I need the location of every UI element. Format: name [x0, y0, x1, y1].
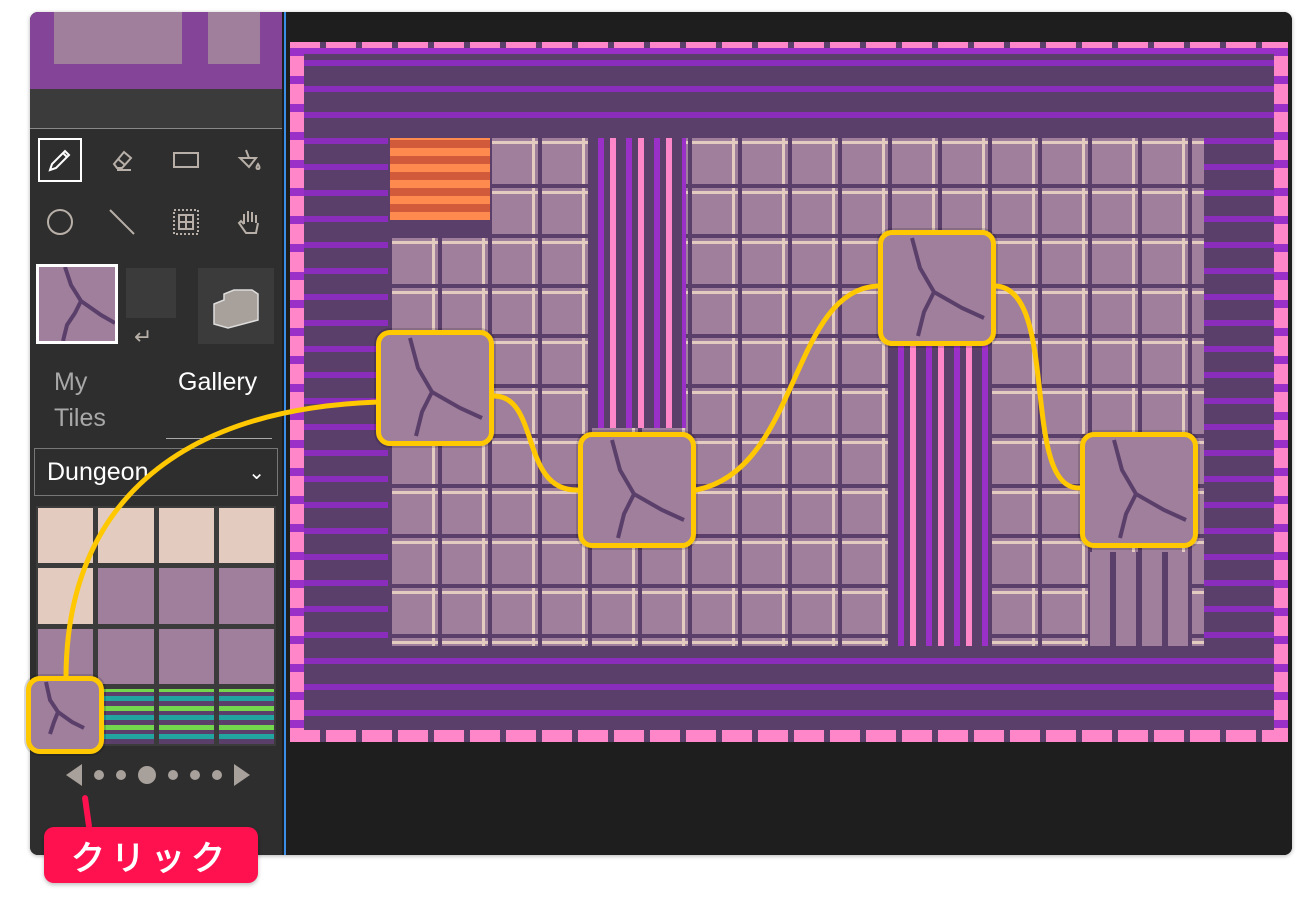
- preview-bar: [30, 89, 282, 129]
- page-dot[interactable]: [168, 770, 178, 780]
- palette-tile[interactable]: [218, 628, 274, 684]
- tab-my-tiles[interactable]: My Tiles: [54, 364, 124, 436]
- highlighted-tile: [878, 230, 996, 346]
- highlighted-tile: [376, 330, 494, 446]
- palette-tile[interactable]: [158, 688, 214, 744]
- current-tile[interactable]: [36, 264, 118, 344]
- eraser-tool[interactable]: [100, 138, 144, 182]
- palette-tile[interactable]: [98, 568, 154, 624]
- block-icon: [213, 289, 259, 329]
- paint-bucket-icon: [237, 149, 261, 171]
- palette-tile[interactable]: [98, 688, 154, 744]
- tileset-dropdown[interactable]: Dungeon ⌄: [34, 448, 278, 496]
- highlighted-tile: [1080, 432, 1198, 548]
- palette-tile[interactable]: [38, 568, 94, 624]
- highlighted-palette-tile: [26, 676, 104, 754]
- chevron-down-icon: ⌄: [248, 461, 265, 484]
- cracked-tile-icon: [61, 267, 115, 341]
- circle-tool[interactable]: [38, 200, 82, 244]
- page-dot[interactable]: [212, 770, 222, 780]
- palette-tile[interactable]: [158, 628, 214, 684]
- palette-tile[interactable]: [98, 628, 154, 684]
- 3d-view-button[interactable]: [198, 268, 274, 344]
- page-dot-current[interactable]: [138, 766, 156, 784]
- highlighted-tile: [578, 432, 696, 548]
- page-dot[interactable]: [94, 770, 104, 780]
- palette-tile[interactable]: [218, 568, 274, 624]
- pencil-tool[interactable]: [38, 138, 82, 182]
- active-tab-indicator: [166, 438, 272, 439]
- selection-grid-icon: [173, 209, 199, 235]
- fill-tool[interactable]: [228, 138, 272, 182]
- palette-tile[interactable]: [218, 688, 274, 744]
- palette-tile[interactable]: [98, 508, 154, 564]
- page-dot[interactable]: [116, 770, 126, 780]
- palette-tile[interactable]: [158, 508, 214, 564]
- pillar-wall: [588, 138, 686, 428]
- select-tool[interactable]: [164, 200, 208, 244]
- rectangle-icon: [173, 152, 199, 168]
- treasure-chest: [390, 138, 490, 238]
- palette-tile[interactable]: [218, 508, 274, 564]
- next-page-icon[interactable]: [234, 764, 250, 786]
- secondary-tile-slot[interactable]: [126, 268, 176, 318]
- floor: [388, 138, 1204, 646]
- eraser-icon: [112, 150, 133, 171]
- palette-tile[interactable]: [158, 568, 214, 624]
- swap-icon[interactable]: ↵: [134, 324, 152, 350]
- pillar-wall: [888, 342, 992, 646]
- line-tool[interactable]: [100, 200, 144, 244]
- rectangle-tool[interactable]: [164, 138, 208, 182]
- palette-tile[interactable]: [38, 508, 94, 564]
- tileset-dropdown-value: Dungeon: [47, 457, 149, 486]
- prev-page-icon[interactable]: [66, 764, 82, 786]
- tab-gallery[interactable]: Gallery: [178, 364, 257, 400]
- palette-pager: [66, 764, 250, 786]
- click-callout: クリック: [44, 827, 258, 883]
- pencil-icon: [48, 149, 71, 172]
- map-preview[interactable]: [30, 12, 282, 89]
- line-icon: [109, 209, 135, 235]
- hand-icon: [237, 211, 259, 234]
- hand-tool[interactable]: [228, 200, 272, 244]
- page-dot[interactable]: [190, 770, 200, 780]
- stairs: [1090, 552, 1190, 646]
- circle-icon: [47, 209, 73, 235]
